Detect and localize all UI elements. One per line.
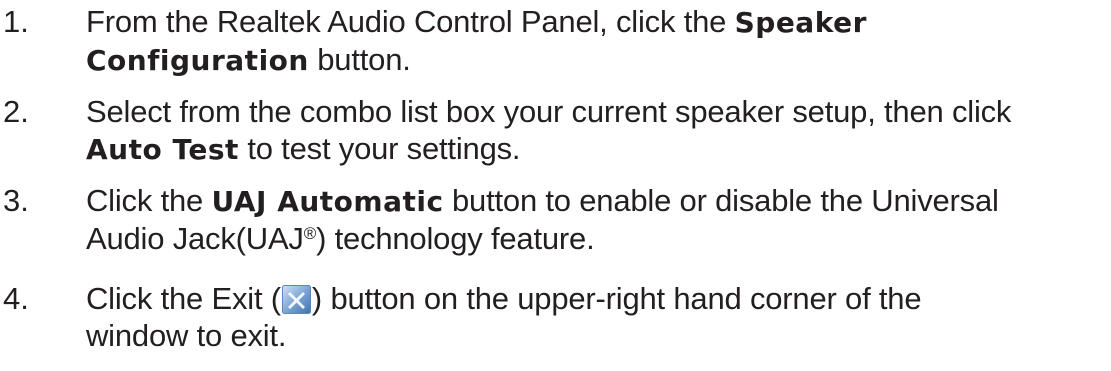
step-2-line-1: Select from the combo list box your curr… — [86, 94, 1012, 129]
step-3-line-1: Click the UAJ Automatic button to enable… — [86, 182, 1106, 220]
step-4-text: Click the Exit ( ) button on the upper-r… — [86, 280, 1106, 354]
auto-test-label: Auto Test — [86, 133, 239, 166]
step-4-text-post: ) button on the upper-right hand corner … — [311, 281, 922, 316]
step-3-text-post: button to enable or disable the Universa… — [443, 183, 999, 218]
step-1-text-pre: From the Realtek Audio Control Panel, cl… — [86, 4, 735, 39]
step-3-text-pre: Click the — [86, 183, 212, 218]
step-2-text-post: to test your settings. — [238, 131, 521, 166]
step-1-number: 1. — [3, 4, 29, 39]
step-1-line-1: From the Realtek Audio Control Panel, cl… — [86, 3, 1106, 41]
registered-mark: ® — [303, 224, 317, 243]
step-2-number: 2. — [3, 94, 29, 129]
speaker-configuration-label-part-2: Configuration — [86, 44, 309, 77]
step-1-text-post: button. — [308, 42, 411, 77]
speaker-configuration-label-part-1: Speaker — [734, 6, 867, 39]
step-2-line-2: Auto Test to test your settings. — [86, 130, 1106, 168]
step-3-line-2-post: ) technology feature. — [316, 221, 595, 256]
uaj-automatic-label: UAJ Automatic — [211, 185, 444, 218]
step-4-line-1: Click the Exit ( ) button on the upper-r… — [86, 280, 1106, 317]
instruction-steps: 1. From the Realtek Audio Control Panel,… — [0, 0, 1111, 371]
step-3-text: Click the UAJ Automatic button to enable… — [86, 182, 1106, 257]
step-3-line-2: Audio Jack(UAJ®) technology feature. — [86, 220, 1106, 257]
step-3-line-2-pre: Audio Jack(UAJ — [86, 221, 304, 256]
step-2-text: Select from the combo list box your curr… — [86, 93, 1106, 168]
step-3-number: 3. — [3, 183, 29, 218]
step-1-line-2: Configuration button. — [86, 41, 1106, 79]
step-4-text-pre: Click the Exit ( — [86, 281, 281, 316]
exit-x-icon — [281, 285, 311, 314]
step-4-line-2: window to exit. — [86, 318, 287, 353]
step-4-number: 4. — [3, 281, 29, 316]
step-1-text: From the Realtek Audio Control Panel, cl… — [86, 3, 1106, 79]
